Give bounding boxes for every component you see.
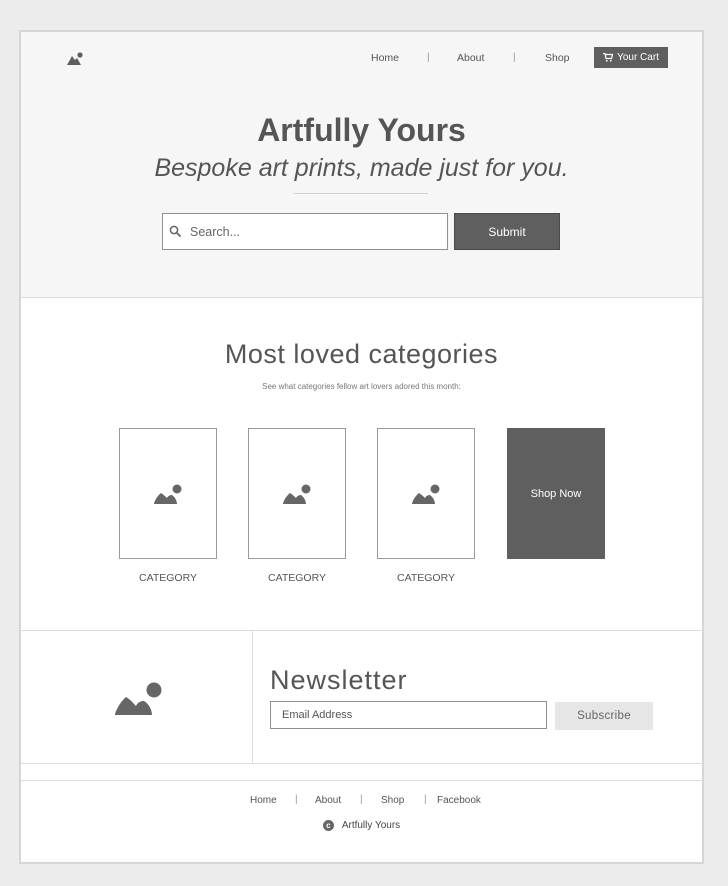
subtitle-underline [294, 193, 428, 194]
page-subtitle: Bespoke art prints, made just for you. [154, 154, 569, 182]
search-box[interactable] [162, 213, 448, 250]
category-label: CATEGORY [139, 572, 197, 584]
category-card[interactable] [377, 428, 475, 559]
footer-nav-shop[interactable]: Shop [381, 795, 404, 806]
shop-now-button[interactable]: Shop Now [507, 428, 605, 559]
footer-separator: | [424, 794, 427, 805]
image-placeholder-icon [115, 682, 162, 715]
submit-button[interactable]: Submit [454, 213, 560, 250]
subscribe-button[interactable]: Subscribe [555, 702, 653, 730]
search-icon [169, 225, 182, 238]
categories-title: Most loved categories [224, 339, 499, 369]
footer-nav-facebook[interactable]: Facebook [437, 795, 481, 806]
nav-home[interactable]: Home [371, 52, 399, 64]
logo-icon[interactable] [67, 51, 85, 65]
divider [21, 763, 702, 764]
footer-nav-about[interactable]: About [315, 795, 341, 806]
cart-label: Your Cart [617, 52, 659, 63]
nav-shop[interactable]: Shop [545, 52, 570, 64]
search-input[interactable] [190, 224, 430, 239]
image-placeholder-icon [154, 484, 182, 504]
categories-subtitle: See what categories fellow art lovers ad… [262, 382, 461, 391]
image-placeholder-icon [283, 484, 311, 504]
nav-separator: | [513, 52, 516, 63]
nav-about[interactable]: About [457, 52, 484, 64]
category-label: CATEGORY [268, 572, 326, 584]
page-title: Artfully Yours [257, 112, 466, 148]
footer-separator: | [295, 794, 298, 805]
footer-nav-home[interactable]: Home [250, 795, 277, 806]
category-card[interactable] [119, 428, 217, 559]
divider [252, 630, 253, 763]
copyright-text: Artfully Yours [341, 820, 401, 831]
email-field[interactable] [270, 701, 547, 729]
footer-separator: | [360, 794, 363, 805]
copyright-icon: c [322, 820, 334, 831]
category-card[interactable] [248, 428, 346, 559]
category-label: CATEGORY [397, 572, 455, 584]
cart-button[interactable]: Your Cart [594, 47, 668, 68]
divider [21, 780, 702, 781]
copyright: c Artfully Yours [21, 820, 702, 831]
image-placeholder-icon [412, 484, 440, 504]
nav-separator: | [427, 52, 430, 63]
newsletter-title: Newsletter [270, 665, 408, 695]
page-frame: Home | About | Shop Your Cart Artfully Y… [19, 30, 704, 864]
cart-icon [603, 53, 614, 62]
divider [21, 630, 702, 631]
